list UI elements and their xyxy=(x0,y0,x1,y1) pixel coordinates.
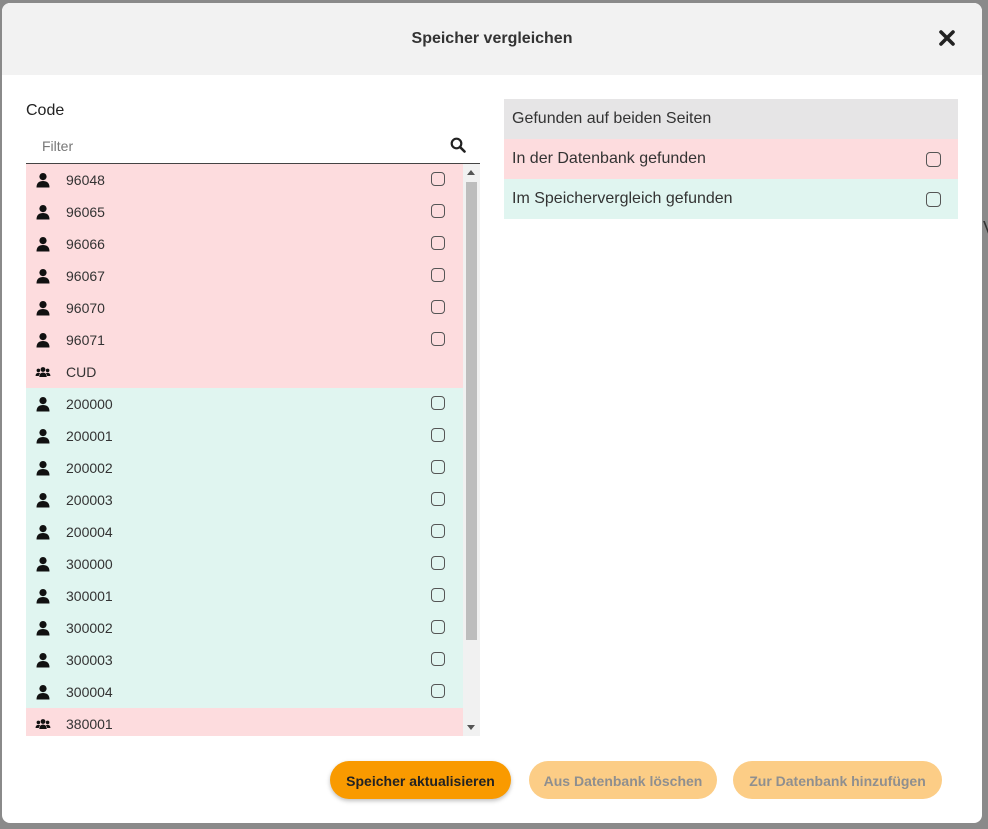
filter-input[interactable] xyxy=(40,135,434,157)
user-icon xyxy=(35,300,51,316)
user-icon xyxy=(35,524,51,540)
legend-found-memory-checkbox[interactable] xyxy=(926,192,941,207)
list-item[interactable]: 300001 xyxy=(26,580,463,612)
list-item-checkbox[interactable] xyxy=(431,428,445,442)
list-item-code: 96066 xyxy=(66,236,105,252)
add-to-db-button[interactable]: Zur Datenbank hinzufügen xyxy=(733,761,942,799)
list-item-checkbox[interactable] xyxy=(431,236,445,250)
list-item[interactable]: 96070 xyxy=(26,292,463,324)
list-item[interactable]: 96067 xyxy=(26,260,463,292)
update-memory-button[interactable]: Speicher aktualisieren xyxy=(330,761,511,799)
dialog-header: Speicher vergleichen xyxy=(2,3,982,75)
list-item[interactable]: 200002 xyxy=(26,452,463,484)
list-item-checkbox[interactable] xyxy=(431,524,445,538)
list-item-checkbox[interactable] xyxy=(431,268,445,282)
user-icon xyxy=(35,172,51,188)
list-item[interactable]: 200000 xyxy=(26,388,463,420)
scroll-thumb[interactable] xyxy=(466,182,477,640)
list-item[interactable]: 200004 xyxy=(26,516,463,548)
list-item-code: 96048 xyxy=(66,172,105,188)
list-item[interactable]: 96048 xyxy=(26,164,463,196)
list-item[interactable]: 300003 xyxy=(26,644,463,676)
user-icon xyxy=(35,460,51,476)
legend-found-both-label: Gefunden auf beiden Seiten xyxy=(512,110,712,127)
user-icon xyxy=(35,268,51,284)
list-item[interactable]: 96065 xyxy=(26,196,463,228)
list-item-checkbox[interactable] xyxy=(431,652,445,666)
user-icon xyxy=(35,620,51,636)
user-icon xyxy=(35,652,51,668)
list-item[interactable]: 96071 xyxy=(26,324,463,356)
list-item-code: 200003 xyxy=(66,492,113,508)
user-icon xyxy=(35,396,51,412)
list-item-code: CUD xyxy=(66,364,97,380)
list-item[interactable]: 96066 xyxy=(26,228,463,260)
user-icon xyxy=(35,556,51,572)
list-item[interactable]: 300004 xyxy=(26,676,463,708)
search-icon[interactable] xyxy=(450,137,466,153)
legend-found-db-checkbox[interactable] xyxy=(926,152,941,167)
group-icon xyxy=(35,716,51,732)
list-item-checkbox[interactable] xyxy=(431,620,445,634)
code-list: 96048 96065 96066 96067 96070 96071 CUD 200000 2… xyxy=(26,164,480,736)
list-item-checkbox[interactable] xyxy=(431,684,445,698)
list-item-code: 96065 xyxy=(66,204,105,220)
user-icon xyxy=(35,236,51,252)
list-item-code: 96070 xyxy=(66,300,105,316)
scroll-up-arrow[interactable] xyxy=(467,170,475,175)
group-icon xyxy=(35,364,51,380)
list-item[interactable]: 200003 xyxy=(26,484,463,516)
list-item[interactable]: 200001 xyxy=(26,420,463,452)
list-item-code: 96067 xyxy=(66,268,105,284)
user-icon xyxy=(35,332,51,348)
user-icon xyxy=(35,588,51,604)
compare-memory-dialog: Speicher vergleichen Code 96048 96065 9606… xyxy=(2,3,982,823)
list-item-checkbox[interactable] xyxy=(431,460,445,474)
close-icon[interactable] xyxy=(938,29,956,47)
list-item-checkbox[interactable] xyxy=(431,556,445,570)
list-item-code: 300003 xyxy=(66,652,113,668)
scroll-down-arrow[interactable] xyxy=(467,725,475,730)
list-item-checkbox[interactable] xyxy=(431,332,445,346)
list-item-checkbox[interactable] xyxy=(431,492,445,506)
legend-found-memory: Im Speichervergleich gefunden xyxy=(504,179,958,219)
list-item-code: 200000 xyxy=(66,396,113,412)
list-item-code: 380001 xyxy=(66,716,113,732)
list-item-code: 300000 xyxy=(66,556,113,572)
legend-panel: Gefunden auf beiden Seiten In der Datenb… xyxy=(504,99,958,219)
background-edge-text: V xyxy=(983,218,988,239)
user-icon xyxy=(35,428,51,444)
list-item-code: 96071 xyxy=(66,332,105,348)
legend-found-db-label: In der Datenbank gefunden xyxy=(512,150,706,167)
list-item-code: 200002 xyxy=(66,460,113,476)
list-item-code: 300004 xyxy=(66,684,113,700)
list-item-checkbox[interactable] xyxy=(431,300,445,314)
legend-found-both: Gefunden auf beiden Seiten xyxy=(504,99,958,139)
code-list-items: 96048 96065 96066 96067 96070 96071 CUD 200000 2… xyxy=(26,164,463,736)
legend-found-db: In der Datenbank gefunden xyxy=(504,139,958,179)
user-icon xyxy=(35,684,51,700)
filter-box xyxy=(26,127,480,164)
list-item-code: 300002 xyxy=(66,620,113,636)
delete-from-db-button[interactable]: Aus Datenbank löschen xyxy=(529,761,717,799)
list-item-code: 300001 xyxy=(66,588,113,604)
list-item[interactable]: 300000 xyxy=(26,548,463,580)
list-item-code: 200004 xyxy=(66,524,113,540)
user-icon xyxy=(35,204,51,220)
user-icon xyxy=(35,492,51,508)
legend-found-memory-label: Im Speichervergleich gefunden xyxy=(512,190,733,207)
code-label: Code xyxy=(26,102,65,119)
list-item-checkbox[interactable] xyxy=(431,204,445,218)
list-item-code: 200001 xyxy=(66,428,113,444)
dialog-title: Speicher vergleichen xyxy=(411,30,573,47)
list-item-checkbox[interactable] xyxy=(431,588,445,602)
list-scrollbar[interactable] xyxy=(463,164,480,736)
list-item-checkbox[interactable] xyxy=(431,396,445,410)
list-item[interactable]: CUD xyxy=(26,356,463,388)
list-item-checkbox[interactable] xyxy=(431,172,445,186)
list-item[interactable]: 300002 xyxy=(26,612,463,644)
list-item[interactable]: 380001 xyxy=(26,708,463,736)
